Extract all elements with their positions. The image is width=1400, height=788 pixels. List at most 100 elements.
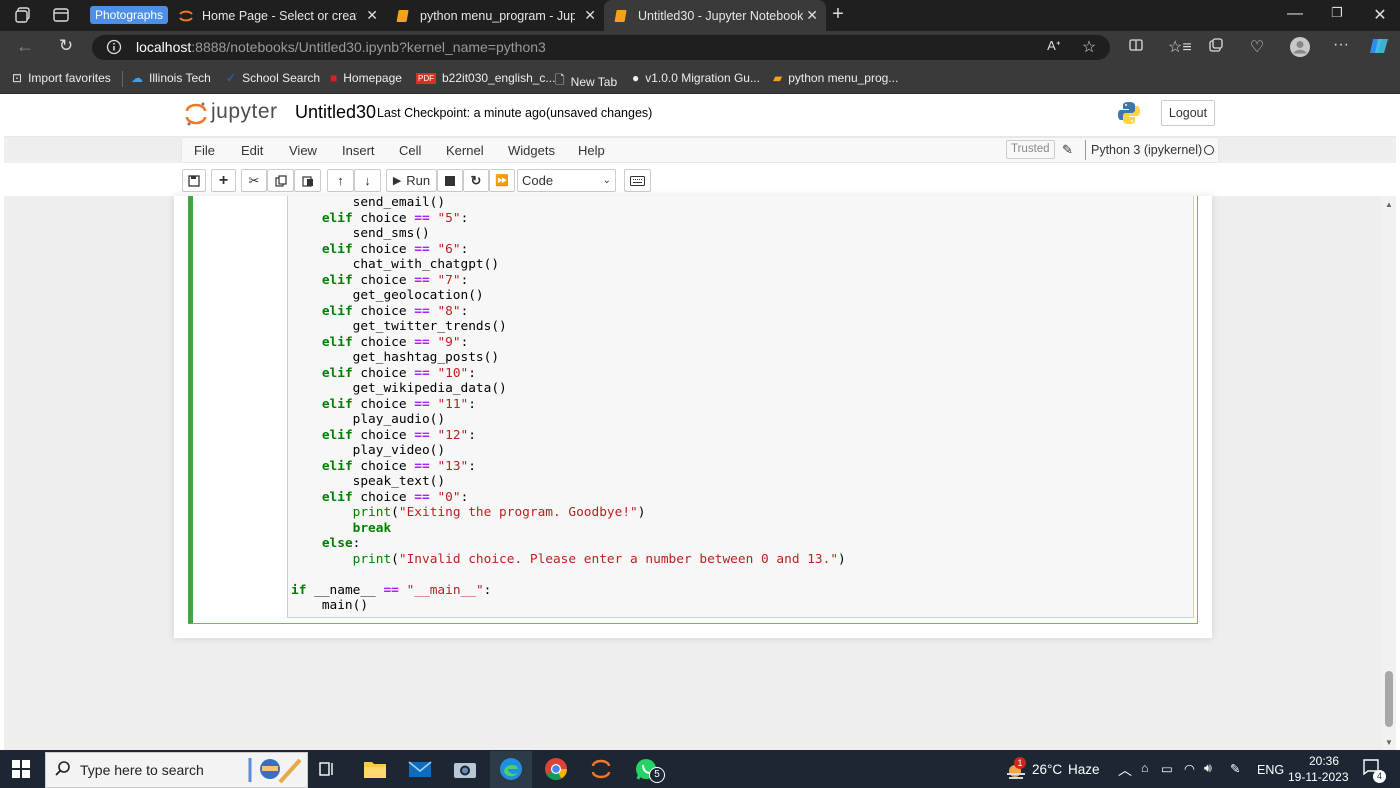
fav-migration-guide[interactable]: ● v1.0.0 Migration Gu... — [632, 71, 760, 85]
restore-icon[interactable]: ❐ — [1329, 5, 1345, 21]
tab-actions-icon[interactable] — [52, 6, 72, 24]
meet-now-icon[interactable]: ⌂ — [1141, 761, 1149, 775]
weather-desc[interactable]: Haze — [1068, 762, 1100, 777]
interrupt-icon[interactable] — [437, 169, 463, 192]
tab-title: python menu_program - Jupyter — [420, 8, 575, 23]
fav-homepage[interactable]: ■ Homepage — [330, 71, 402, 85]
fav-python-menu-prog[interactable]: ▰ python menu_prog... — [773, 71, 898, 85]
menu-widgets[interactable]: Widgets — [508, 143, 555, 158]
cloud-icon: ☁ — [131, 71, 143, 85]
copy-icon[interactable] — [267, 169, 294, 192]
fav-school-search[interactable]: ✓ School Search — [226, 71, 320, 85]
menu-view[interactable]: View — [289, 143, 317, 158]
windows-start-icon[interactable] — [12, 760, 30, 778]
menu-edit[interactable]: Edit — [241, 143, 263, 158]
refresh-icon[interactable]: ↻ — [56, 36, 76, 56]
notebook-name[interactable]: Untitled30 — [295, 102, 376, 123]
weather-temp[interactable]: 26°C — [1032, 762, 1062, 777]
run-button[interactable]: ▶ Run — [386, 169, 437, 192]
more-options-icon[interactable]: ··· — [1331, 36, 1351, 54]
paste-icon[interactable] — [294, 169, 321, 192]
kernel-status-icon — [1204, 145, 1214, 155]
mail-icon[interactable] — [408, 758, 432, 780]
menu-file[interactable]: File — [194, 143, 215, 158]
url-host: localhost — [136, 39, 192, 55]
restart-run-all-icon[interactable]: ⏩ — [489, 169, 515, 192]
notebook-icon — [614, 9, 627, 22]
wifi-icon[interactable]: ◠ — [1184, 761, 1195, 776]
profile-avatar-icon[interactable] — [1289, 36, 1311, 58]
logout-button[interactable]: Logout — [1161, 100, 1215, 126]
volume-icon[interactable]: 🔊︎ — [1204, 761, 1212, 776]
read-aloud-icon[interactable]: Aᐩ — [1045, 38, 1063, 54]
cell-type-select[interactable]: Code ⌄ — [517, 169, 616, 192]
favorite-star-icon[interactable]: ☆ — [1080, 37, 1098, 57]
chrome-icon[interactable] — [544, 757, 568, 781]
menu-kernel[interactable]: Kernel — [446, 143, 484, 158]
fav-illinois-tech[interactable]: ☁ Illinois Tech — [131, 71, 211, 85]
close-tab-icon[interactable]: ✕ — [584, 7, 596, 24]
fav-new-tab[interactable]: 🗋 New Tab — [555, 71, 617, 92]
menu-help[interactable]: Help — [578, 143, 605, 158]
jupyter-taskbar-icon[interactable] — [589, 757, 613, 781]
close-window-icon[interactable]: ✕ — [1372, 5, 1388, 25]
chevron-down-icon: ⌄ — [602, 175, 611, 186]
new-tab-button[interactable]: + — [828, 3, 848, 26]
move-up-icon[interactable]: ↑ — [327, 169, 354, 192]
save-icon[interactable] — [182, 169, 206, 192]
back-icon[interactable]: ← — [14, 36, 36, 57]
scrollbar-thumb[interactable] — [1385, 671, 1393, 727]
tab-group-label[interactable]: Photographs — [90, 6, 169, 24]
code-text[interactable]: send_email() elif choice == "5": send_sm… — [291, 195, 846, 614]
import-icon: ⊡ — [12, 71, 23, 85]
clock-time[interactable]: 20:36 — [1304, 754, 1344, 768]
tab-untitled30[interactable]: Untitled30 - Jupyter Notebook ✕ — [604, 0, 826, 31]
browser-essentials-icon[interactable]: ♡ — [1248, 37, 1266, 57]
show-hidden-icons-icon[interactable]: ︿ — [1118, 760, 1132, 780]
notebook-icon — [396, 9, 409, 22]
restart-icon[interactable]: ↻ — [463, 169, 489, 192]
pen-icon[interactable]: ✎ — [1230, 761, 1240, 776]
homepage-icon: ■ — [330, 71, 338, 85]
camera-icon[interactable] — [453, 758, 477, 780]
edit-pencil-icon[interactable]: ✎ — [1062, 142, 1073, 158]
run-label: Run — [406, 173, 431, 188]
scroll-up-icon[interactable]: ▲ — [1385, 200, 1393, 209]
collections-icon[interactable] — [1208, 37, 1226, 53]
workspaces-icon[interactable] — [14, 6, 34, 24]
minimize-icon[interactable]: — — [1287, 5, 1303, 23]
close-tab-icon[interactable]: ✕ — [366, 7, 378, 24]
whatsapp-badge: 5 — [649, 767, 665, 783]
battery-icon[interactable]: ▭ — [1161, 761, 1173, 776]
scroll-down-icon[interactable]: ▼ — [1385, 738, 1393, 747]
fav-label: python menu_prog... — [788, 71, 899, 85]
split-screen-icon[interactable] — [1128, 37, 1146, 53]
cell-type-value: Code — [522, 173, 554, 188]
move-down-icon[interactable]: ↓ — [354, 169, 381, 192]
divider — [122, 71, 123, 87]
insert-cell-icon[interactable]: + — [211, 169, 236, 192]
language-indicator[interactable]: ENG — [1257, 763, 1284, 777]
task-view-icon[interactable] — [318, 760, 336, 778]
favorites-icon[interactable]: ☆≡ — [1168, 37, 1192, 57]
jupyter-logo-icon[interactable] — [185, 101, 207, 127]
info-icon[interactable] — [106, 39, 122, 55]
keyboard-icon[interactable] — [624, 169, 651, 192]
file-explorer-icon[interactable] — [363, 758, 387, 780]
tab-title: Untitled30 - Jupyter Notebook — [638, 8, 804, 23]
tab-home-page[interactable]: Home Page - Select or create a n ✕ — [168, 0, 386, 31]
copilot-icon[interactable] — [1368, 35, 1390, 57]
trusted-indicator[interactable]: Trusted — [1006, 140, 1055, 159]
vertical-scrollbar[interactable] — [1382, 196, 1396, 750]
tab-python-menu-program[interactable]: python menu_program - Jupyter ✕ — [386, 0, 604, 31]
clock-date[interactable]: 19-11-2023 — [1288, 770, 1349, 784]
fav-label: Import favorites — [28, 71, 111, 85]
menu-cell[interactable]: Cell — [399, 143, 421, 158]
fav-import-favorites[interactable]: ⊡ Import favorites — [12, 71, 111, 85]
cut-icon[interactable]: ✂ — [241, 169, 267, 192]
jupyter-icon — [179, 10, 193, 21]
close-tab-icon[interactable]: ✕ — [806, 7, 818, 24]
divider — [1085, 140, 1086, 160]
menu-insert[interactable]: Insert — [342, 143, 375, 158]
fav-english[interactable]: PDF b22it030_english_c... — [416, 71, 555, 85]
